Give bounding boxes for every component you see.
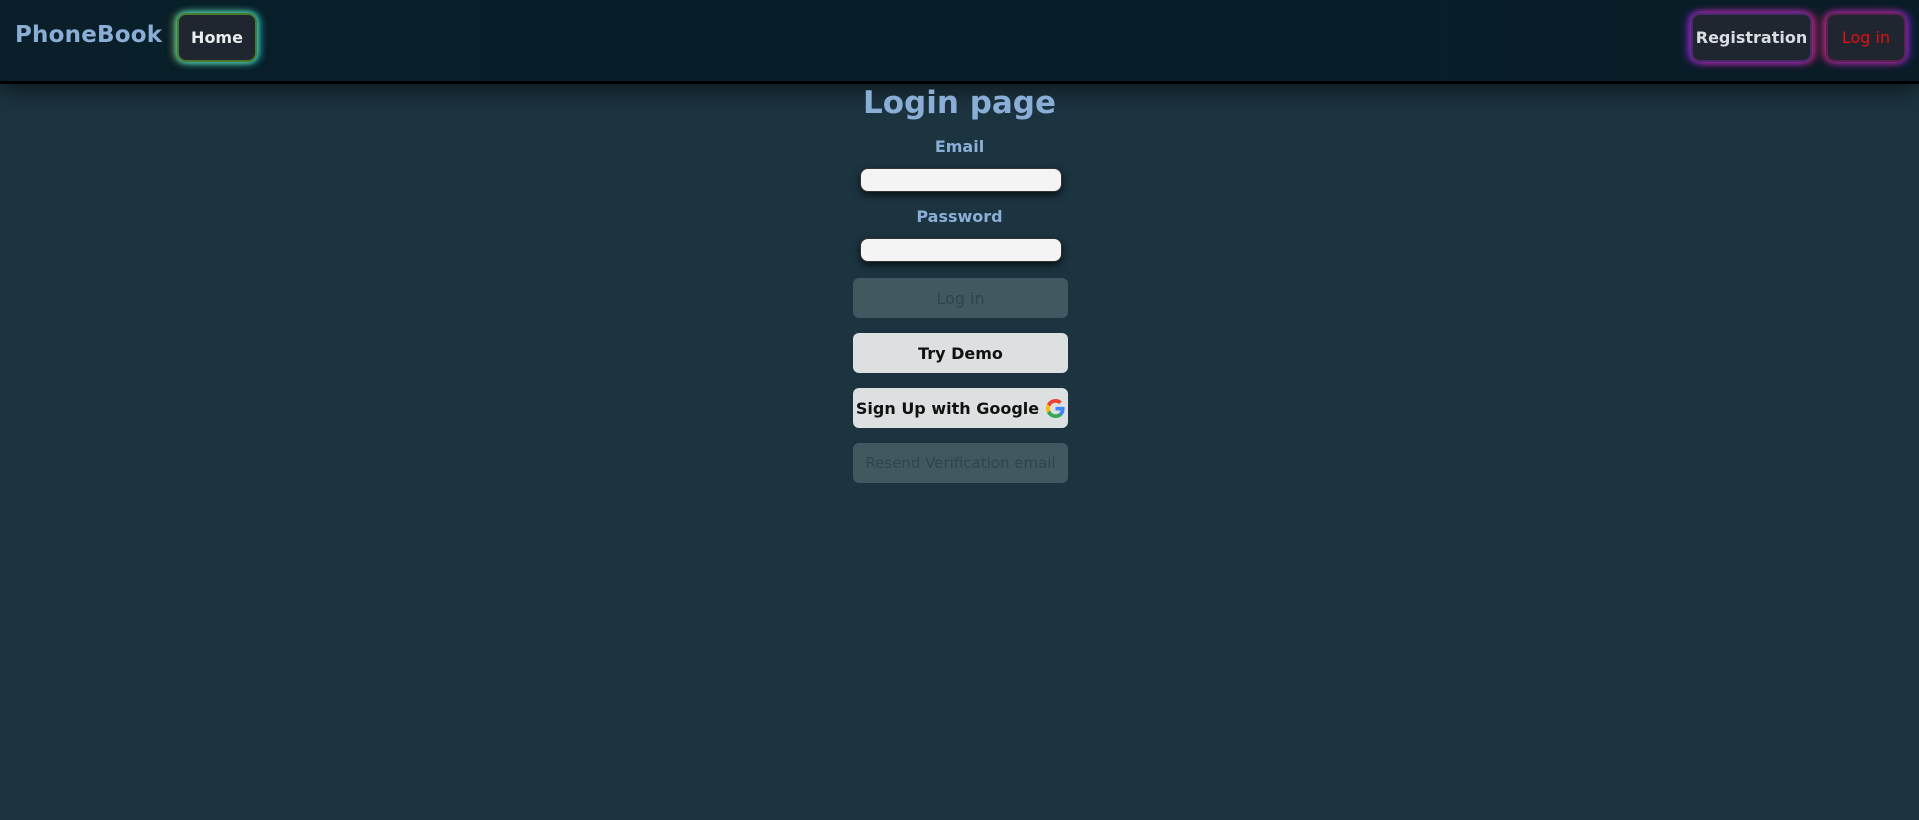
email-input[interactable]	[860, 168, 1062, 192]
login-submit-button[interactable]: Log in	[853, 278, 1068, 318]
registration-nav-button[interactable]: Registration	[1691, 13, 1812, 62]
brand-logo-text[interactable]: PhoneBook	[15, 22, 162, 48]
try-demo-button[interactable]: Try Demo	[853, 333, 1068, 373]
login-nav-button[interactable]: Log in	[1826, 13, 1906, 62]
password-input[interactable]	[860, 238, 1062, 262]
email-label: Email	[934, 137, 985, 156]
google-g-icon	[1046, 398, 1065, 418]
home-nav-button[interactable]: Home	[177, 13, 257, 62]
page-title: Login page	[862, 85, 1057, 121]
resend-verification-button[interactable]: Resend Verification email	[853, 443, 1068, 483]
google-signup-label: Sign Up with Google	[855, 398, 1040, 418]
password-label: Password	[916, 207, 1003, 226]
top-navbar: PhoneBook Home Registration Log in	[0, 0, 1919, 84]
google-signup-button[interactable]: Sign Up with Google	[853, 388, 1068, 428]
